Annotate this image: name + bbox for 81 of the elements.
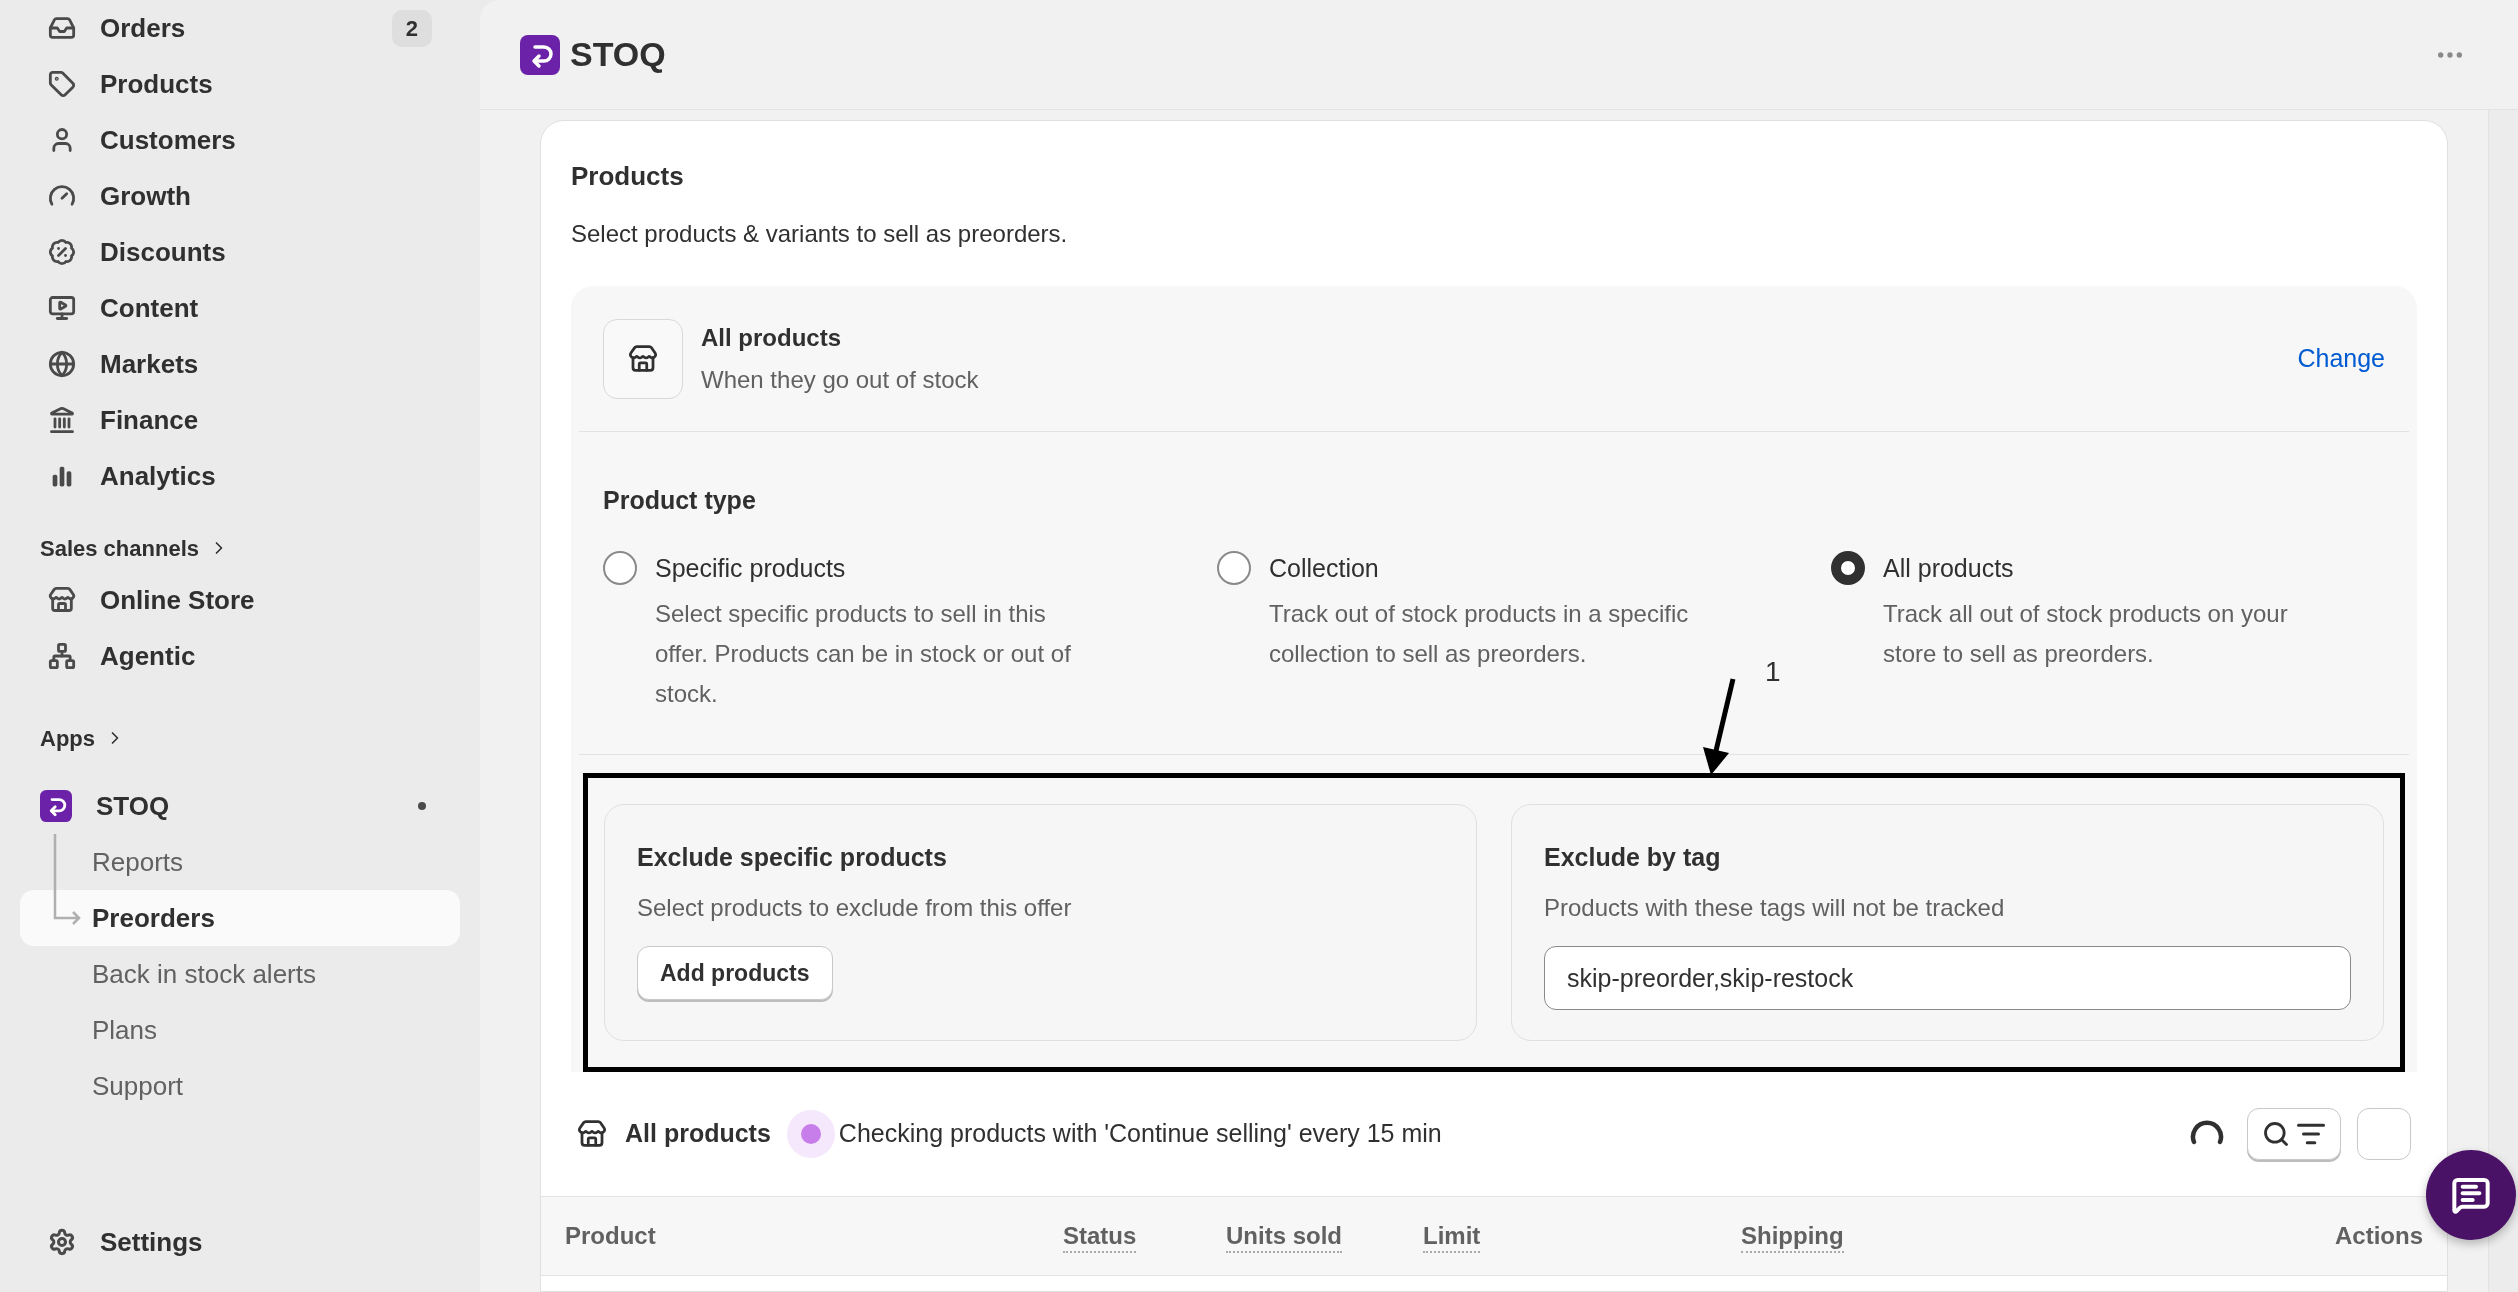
sidebar-label: STOQ xyxy=(96,789,170,823)
sidebar-subitem[interactable]: Reports xyxy=(20,834,460,890)
chat-icon xyxy=(2451,1175,2491,1215)
sidebar-label: Analytics xyxy=(100,459,216,493)
section-heading[interactable]: Sales channels xyxy=(20,524,249,572)
sidebar-item[interactable]: Discounts xyxy=(20,224,460,280)
sidebar-item[interactable]: Growth xyxy=(20,168,460,224)
sidebar-label: Orders xyxy=(100,11,186,45)
search-icon xyxy=(2262,1120,2290,1148)
column-header: Product xyxy=(565,1222,656,1251)
sidebar-label: Markets xyxy=(100,347,199,381)
exclusion-description: Products with these tags will not be tracked xyxy=(1544,893,2006,923)
column-header: Units sold xyxy=(1226,1222,1342,1253)
section-heading[interactable]: Apps xyxy=(20,714,145,762)
column-header: Shipping xyxy=(1741,1222,1844,1253)
radio-label: Collection xyxy=(1269,552,1380,584)
sidebar-item[interactable]: Markets xyxy=(20,336,460,392)
sidebar-item[interactable]: Content xyxy=(20,280,460,336)
sidebar-subitem[interactable]: Plans xyxy=(20,1002,460,1058)
app-title: STOQ xyxy=(570,34,666,75)
percent-badge-icon xyxy=(48,238,76,266)
selection-subtitle: When they go out of stock xyxy=(701,364,979,395)
exclusion-description: Select products to exclude from this offer xyxy=(637,893,1073,923)
sidebar-label: Discounts xyxy=(100,235,226,269)
sidebar-subitem[interactable]: Support xyxy=(20,1058,460,1114)
sidebar-item[interactable]: Products xyxy=(20,56,460,112)
radio-button[interactable] xyxy=(1217,550,1251,585)
exclusion-title: Exclude by tag xyxy=(1544,841,1722,873)
monitor-icon xyxy=(48,294,76,322)
change-link[interactable]: Change xyxy=(2297,339,2385,378)
radio-label: Specific products xyxy=(655,552,847,584)
exclusion-title: Exclude specific products xyxy=(637,841,948,873)
card-title: Products xyxy=(571,160,685,193)
option-description: Track out of stock products in a specific collection to sell as preorders. xyxy=(1269,598,1690,669)
radio-button[interactable] xyxy=(603,550,637,585)
list-title: All products xyxy=(625,1118,771,1150)
inbox-icon xyxy=(48,14,76,42)
sidebar-item[interactable]: Analytics xyxy=(20,448,460,504)
sidebar-label: Products xyxy=(100,67,213,101)
radio-label: All products xyxy=(1883,552,2015,584)
sidebar-label: Growth xyxy=(100,179,191,213)
selection-title: All products xyxy=(701,322,842,353)
section-label: Product type xyxy=(603,485,757,516)
sidebar-item[interactable]: Customers xyxy=(20,112,460,168)
sidebar-item[interactable]: Settings xyxy=(20,1214,460,1270)
sidebar-item[interactable]: Orders 2 xyxy=(20,0,460,56)
sidebar-item[interactable]: STOQ xyxy=(20,778,460,834)
sidebar-label: Content xyxy=(100,291,199,325)
sidebar-item[interactable]: Online Store xyxy=(20,572,460,628)
count-badge: 2 xyxy=(391,9,432,47)
search-filter-button[interactable] xyxy=(2247,1108,2341,1160)
settings-icon xyxy=(48,1228,76,1256)
sidebar-label: Settings xyxy=(100,1225,203,1259)
sidebar-label: Agentic xyxy=(100,639,196,673)
sidebar-item[interactable]: Finance xyxy=(20,392,460,448)
tag-input-field[interactable]: skip-preorder,skip-restock xyxy=(1544,946,2351,1010)
sidebar-label: Online Store xyxy=(100,583,255,617)
option-description: Select specific products to sell in this offer. Products can be in stock or out of stock. xyxy=(655,598,1072,709)
column-header: Actions xyxy=(2335,1222,2423,1251)
card-subtitle: Select products & variants to sell as preorders. xyxy=(571,219,1069,249)
column-header: Limit xyxy=(1423,1222,1481,1253)
globe-icon xyxy=(48,350,76,378)
annotation-number: 1 xyxy=(1765,654,1781,689)
radio-button[interactable] xyxy=(1831,550,1865,585)
store-icon xyxy=(577,1119,607,1149)
add-products-button[interactable]: Add products xyxy=(637,946,833,1000)
sidebar-label: Finance xyxy=(100,403,199,437)
store-icon xyxy=(628,343,658,374)
tag-icon xyxy=(48,70,76,98)
store-icon xyxy=(48,586,76,614)
bank-icon xyxy=(48,406,76,434)
sidebar-label: Customers xyxy=(100,123,236,157)
sidebar-item[interactable]: Agentic xyxy=(20,628,460,684)
app-logo-icon xyxy=(40,790,72,822)
sidebar-subitem[interactable]: Preorders xyxy=(20,890,460,946)
column-header: Status xyxy=(1063,1222,1137,1253)
status-text: Checking products with 'Continue selling' every 15 min xyxy=(838,1118,1442,1150)
sidebar-subitem[interactable]: Back in stock alerts xyxy=(20,946,460,1002)
option-description: Track all out of stock products on your store to sell as preorders. xyxy=(1883,598,2289,669)
network-icon xyxy=(48,642,76,670)
app-logo-icon xyxy=(520,34,560,75)
